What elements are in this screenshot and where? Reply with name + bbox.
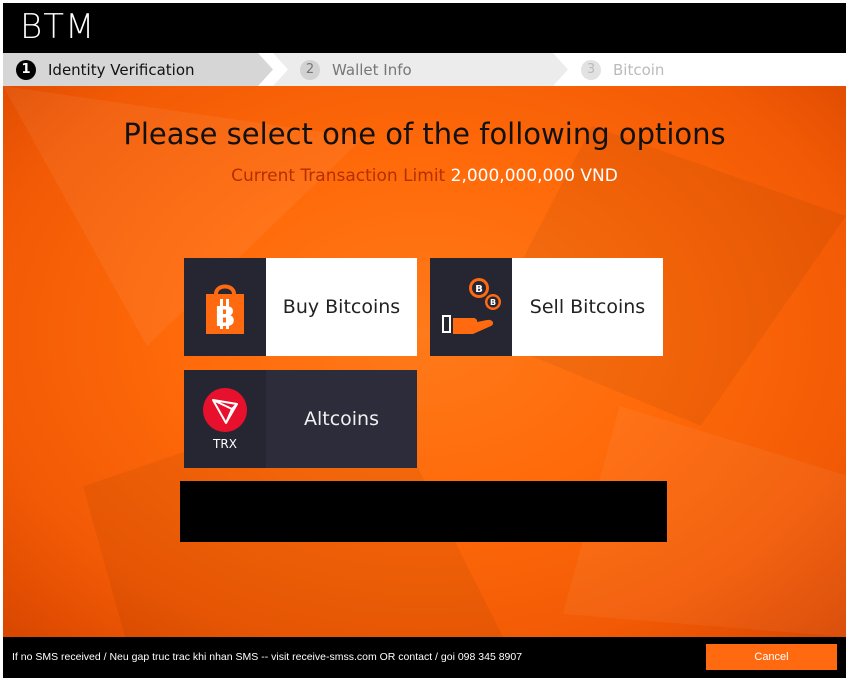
sell-bitcoins-button[interactable]: B B Sell Bitcoins: [430, 258, 663, 356]
shopping-bag-bitcoin-icon: B: [184, 258, 266, 356]
step-identity-verification: 1 Identity Verification: [16, 53, 195, 86]
trx-label: TRX: [213, 437, 237, 451]
transaction-limit: Current Transaction Limit 2,000,000,000 …: [3, 166, 846, 186]
step-number: 3: [581, 59, 601, 80]
limit-value: 2,000,000,000 VND: [450, 166, 618, 186]
svg-text:B: B: [475, 284, 483, 295]
step-label: Identity Verification: [48, 60, 195, 79]
limit-label: Current Transaction Limit: [231, 166, 446, 186]
buy-bitcoins-button[interactable]: B Buy Bitcoins: [184, 258, 417, 356]
hand-coins-icon: B B: [430, 258, 512, 356]
sell-bitcoins-label: Sell Bitcoins: [529, 296, 646, 318]
altcoins-button[interactable]: TRX Altcoins: [184, 370, 417, 468]
tron-icon: TRX: [184, 370, 266, 468]
page-heading: Please select one of the following optio…: [123, 117, 726, 151]
buy-bitcoins-label: Buy Bitcoins: [282, 296, 401, 318]
step-label: Wallet Info: [332, 60, 412, 79]
progress-steps: 1 Identity Verification 2 Wallet Info 3 …: [3, 53, 846, 86]
app-title: BTM: [20, 7, 96, 47]
cancel-button[interactable]: Cancel: [706, 644, 837, 670]
svg-text:B: B: [490, 298, 496, 307]
footer-note: If no SMS received / Neu gap truc trac k…: [12, 651, 523, 663]
step-number: 1: [16, 59, 36, 80]
altcoins-label: Altcoins: [303, 408, 380, 430]
title-bar: BTM: [3, 3, 846, 53]
footer-bar: If no SMS received / Neu gap truc trac k…: [3, 637, 846, 678]
main-panel: Please select one of the following optio…: [3, 86, 846, 637]
step-label: Bitcoin: [613, 60, 665, 79]
svg-text:B: B: [214, 300, 235, 333]
step-number: 2: [300, 59, 320, 80]
redacted-block: [180, 481, 667, 542]
step-bitcoin: 3 Bitcoin: [581, 53, 664, 86]
step-wallet-info: 2 Wallet Info: [300, 53, 412, 86]
app-window: BTM 1 Identity Verification 2 Wallet Inf…: [3, 3, 846, 678]
